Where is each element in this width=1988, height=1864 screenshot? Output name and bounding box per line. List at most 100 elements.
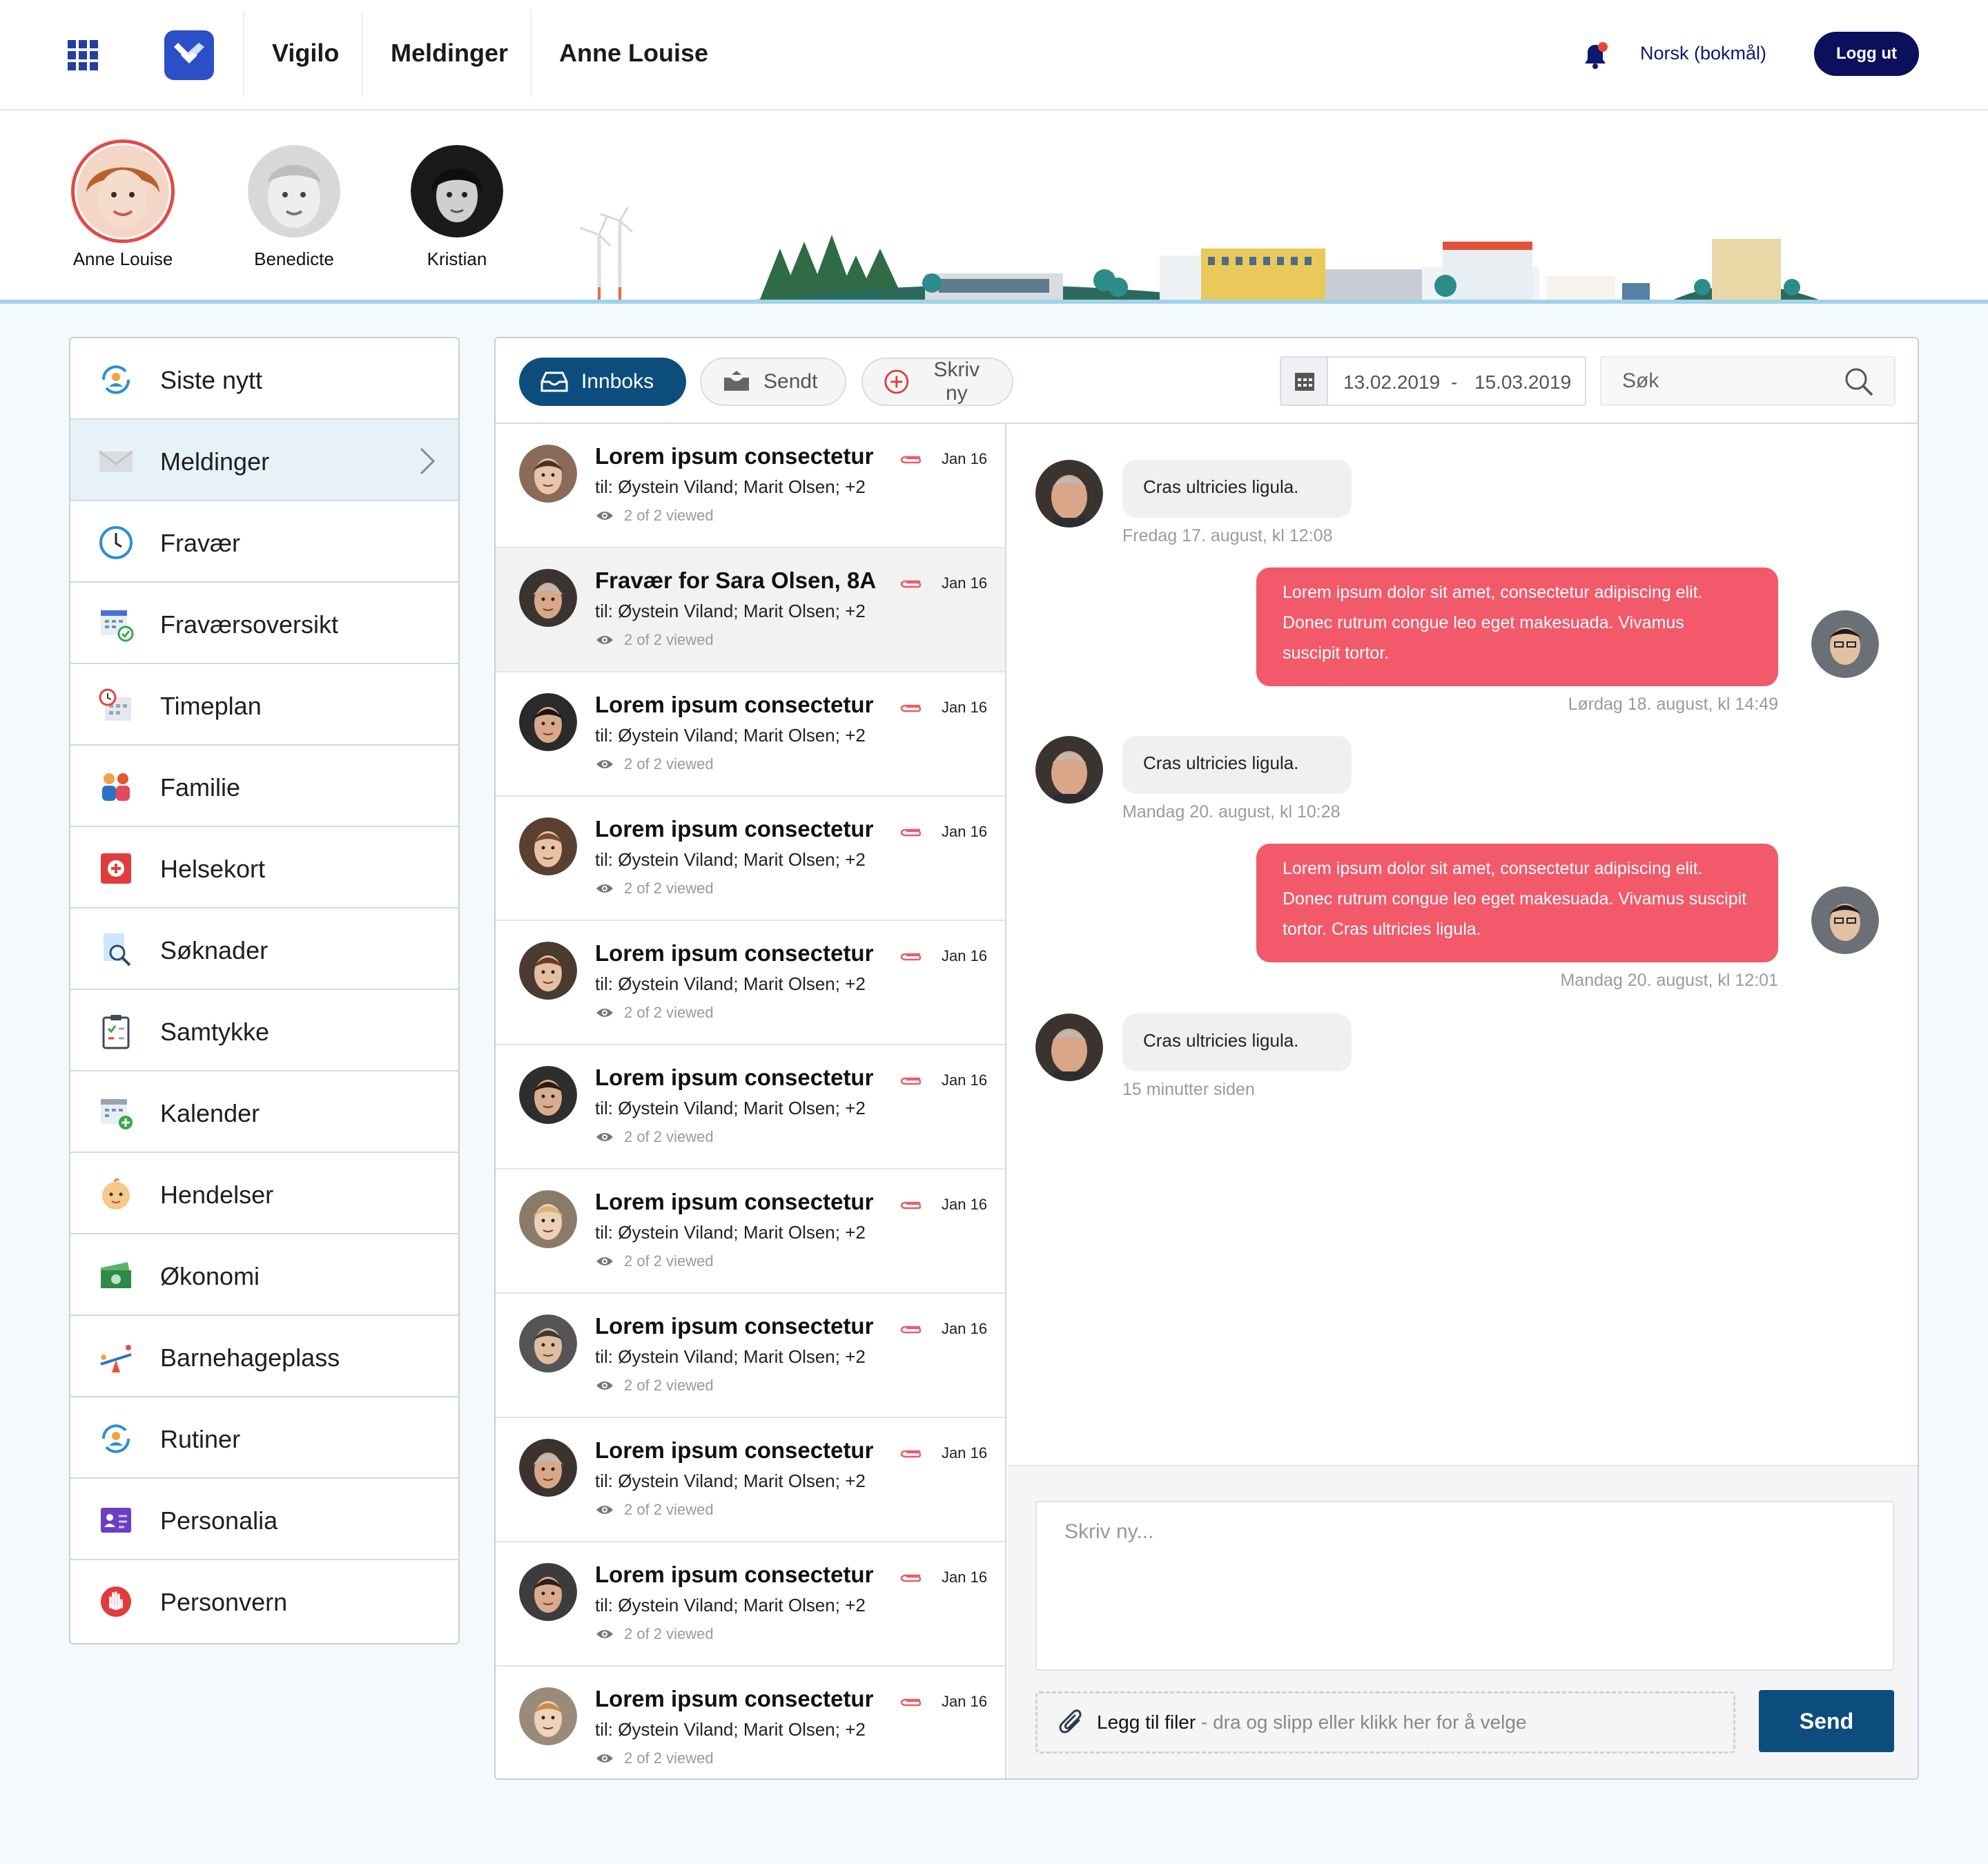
vigilo-logo[interactable] <box>164 30 214 80</box>
attachment-icon <box>900 953 922 961</box>
sidebar-item-rutiner[interactable]: Rutiner <box>70 1397 458 1479</box>
message-row[interactable]: Lorem ipsum consectetur til: Øystein Vila… <box>496 1667 1005 1778</box>
message-row[interactable]: Lorem ipsum consectetur til: Øystein Vila… <box>496 921 1005 1045</box>
sender-avatar <box>519 569 577 627</box>
chat-text: Lorem ipsum dolor sit amet, consectetur … <box>1283 583 1703 602</box>
city-skyline-illustration <box>579 207 1822 301</box>
health-card-icon <box>101 853 131 884</box>
nav-vigilo[interactable]: Vigilo <box>272 39 339 68</box>
app-grid-icon[interactable] <box>68 40 98 70</box>
top-bar: Vigilo Meldinger Anne Louise Norsk (bokm… <box>0 0 1988 110</box>
message-row[interactable]: Lorem ipsum consectetur til: Øystein Vila… <box>496 1169 1005 1294</box>
money-icon <box>100 1262 132 1288</box>
sidebar-item-siste-nytt[interactable]: Siste nytt <box>70 338 458 420</box>
sidebar-item-helsekort[interactable]: Helsekort <box>70 827 458 909</box>
sidebar-item-barnehageplass[interactable]: Barnehageplass <box>70 1316 458 1397</box>
message-input[interactable] <box>1035 1501 1894 1671</box>
message-row[interactable]: Lorem ipsum consectetur til: Øystein Vila… <box>496 1542 1005 1667</box>
messages-toolbar: Innboks Sendt Skriv ny 13.02.2019 - 15.0… <box>496 338 1918 424</box>
id-card-icon <box>101 1508 131 1533</box>
sender-avatar <box>519 942 577 1000</box>
sidebar-item-fravaer[interactable]: Fravær <box>70 501 458 583</box>
sender-avatar <box>519 445 577 503</box>
search-icon[interactable] <box>1843 366 1875 398</box>
sidebar-item-timeplan[interactable]: Timeplan <box>70 664 458 746</box>
child-benedicte[interactable]: Benedicte <box>225 145 363 270</box>
sidebar-item-fravaersoversikt[interactable]: Fraværsoversikt <box>70 583 458 664</box>
sidebar-item-okonomi[interactable]: Økonomi <box>70 1234 458 1316</box>
sidebar-item-label: Timeplan <box>160 692 262 720</box>
sidebar-item-label: Barnehageplass <box>160 1343 340 1372</box>
message-row[interactable]: Lorem ipsum consectetur til: Øystein Vila… <box>496 1294 1005 1418</box>
chat-timestamp: Fredag 17. august, kl 12:08 <box>1122 526 1333 545</box>
sidebar-item-hendelser[interactable]: Hendelser <box>70 1153 458 1234</box>
sidebar-item-samtykke[interactable]: Samtykke <box>70 990 458 1071</box>
send-button[interactable]: Send <box>1759 1690 1894 1752</box>
sidebar-item-label: Rutiner <box>160 1425 241 1453</box>
sidebar-item-soknader[interactable]: Søknader <box>70 909 458 990</box>
avatar <box>411 145 503 237</box>
chat-timestamp: Mandag 20. august, kl 10:28 <box>1122 802 1341 822</box>
viewed-count: 2 of 2 viewed <box>624 1749 714 1767</box>
message-recipients: til: Øystein Viland; Marit Olsen; +2 <box>595 1346 866 1367</box>
message-recipients: til: Øystein Viland; Marit Olsen; +2 <box>595 1719 866 1740</box>
date-range-picker[interactable]: 13.02.2019 - 15.03.2019 <box>1280 356 1586 406</box>
viewed-count: 2 of 2 viewed <box>624 1625 714 1642</box>
eye-icon <box>596 1133 613 1141</box>
eye-icon <box>596 1754 613 1763</box>
sidebar-item-label: Meldinger <box>160 447 270 476</box>
chat-text: Cras ultricies ligula. <box>1143 1030 1299 1051</box>
language-selector[interactable]: Norsk (bokmål) <box>1640 43 1766 64</box>
compose-new-label: Skriv ny <box>933 358 980 405</box>
sidebar-menu: Siste nytt Meldinger Fravær Fraværsovers… <box>69 337 460 1644</box>
message-date: Jan 16 <box>942 1693 988 1710</box>
sidebar-item-meldinger[interactable]: Meldinger <box>70 420 458 501</box>
notification-bell-icon[interactable] <box>1579 40 1611 72</box>
logout-button[interactable]: Logg ut <box>1814 32 1919 76</box>
sidebar-item-label: Kalender <box>160 1099 260 1127</box>
attachment-icon <box>900 1450 922 1458</box>
message-subject: Lorem ipsum consectetur <box>595 940 874 966</box>
child-anne-louise[interactable]: Anne Louise <box>54 139 192 270</box>
sidebar-item-label: Samtykke <box>160 1018 270 1046</box>
calendar-button[interactable] <box>1281 358 1328 405</box>
sidebar-item-personalia[interactable]: Personalia <box>70 1479 458 1560</box>
eye-icon <box>596 884 613 893</box>
inbox-button[interactable]: Innboks <box>519 358 686 406</box>
compose-new-button[interactable]: Skriv ny <box>861 358 1013 406</box>
message-row[interactable]: Lorem ipsum consectetur til: Øystein Vila… <box>496 424 1005 548</box>
date-from[interactable]: 13.02.2019 <box>1343 371 1440 394</box>
search-input[interactable] <box>1601 358 1836 405</box>
nav-child-name[interactable]: Anne Louise <box>559 39 708 68</box>
plus-circle-icon <box>884 369 909 394</box>
viewed-status: 2 of 2 viewed <box>595 1749 714 1767</box>
message-date: Jan 16 <box>942 947 988 964</box>
message-row[interactable]: Lorem ipsum consectetur til: Øystein Vila… <box>496 1418 1005 1542</box>
message-list: Lorem ipsum consectetur til: Øystein Vila… <box>496 424 1006 1778</box>
my-avatar <box>1811 886 1879 954</box>
sent-button[interactable]: Sendt <box>700 358 846 406</box>
message-row[interactable]: Fravær for Sara Olsen, 8A til: Øystein Vi… <box>496 548 1005 672</box>
attachment-icon <box>900 1698 922 1707</box>
sidebar-item-kalender[interactable]: Kalender <box>70 1071 458 1153</box>
sidebar-item-familie[interactable]: Familie <box>70 746 458 827</box>
message-row[interactable]: Lorem ipsum consectetur til: Øystein Vila… <box>496 797 1005 921</box>
search-document-icon <box>104 933 131 967</box>
viewed-count: 2 of 2 viewed <box>624 507 714 524</box>
inbox-tray-icon <box>540 371 568 392</box>
date-to[interactable]: 15.03.2019 <box>1474 371 1571 394</box>
viewed-count: 2 of 2 viewed <box>624 1004 714 1021</box>
chat-timestamp: Mandag 20. august, kl 12:01 <box>1560 971 1778 990</box>
message-date: Jan 16 <box>942 823 988 840</box>
child-name: Anne Louise <box>72 249 173 269</box>
message-row[interactable]: Lorem ipsum consectetur til: Øystein Vila… <box>496 672 1005 797</box>
message-row[interactable]: Lorem ipsum consectetur til: Øystein Vila… <box>496 1045 1005 1169</box>
sidebar-item-personvern[interactable]: Personvern <box>70 1560 458 1642</box>
viewed-status: 2 of 2 viewed <box>595 1252 714 1270</box>
message-recipients: til: Øystein Viland; Marit Olsen; +2 <box>595 1470 866 1491</box>
chat-text: Donec rutrum congue leo eget makesuada. … <box>1283 889 1747 909</box>
eye-icon <box>596 1630 613 1638</box>
child-kristian[interactable]: Kristian <box>388 145 526 270</box>
nav-meldinger[interactable]: Meldinger <box>391 39 508 68</box>
attach-files-dropzone[interactable]: Legg til filer - dra og slipp eller klik… <box>1035 1691 1735 1754</box>
